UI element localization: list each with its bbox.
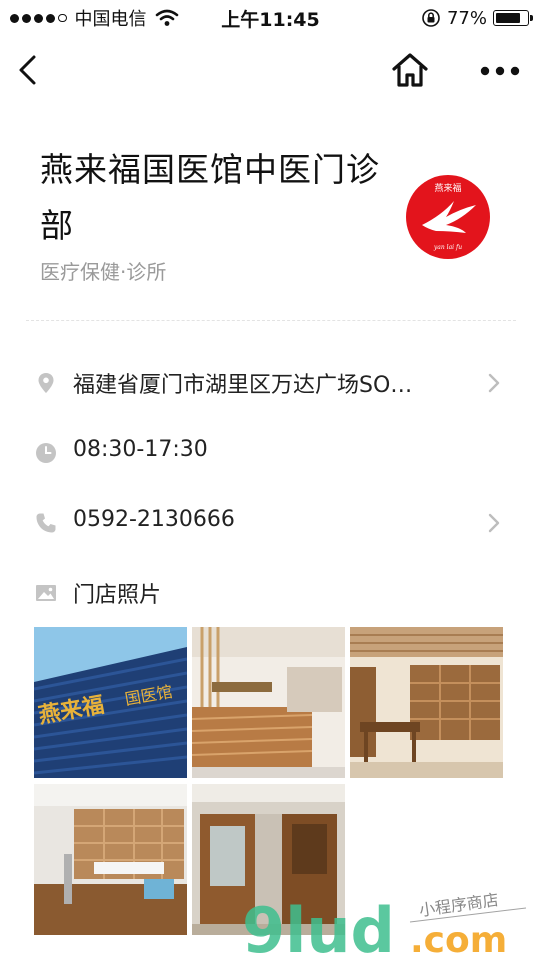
location-pin-icon <box>38 373 54 393</box>
phone-icon <box>36 513 56 533</box>
store-photo-room[interactable] <box>350 627 503 778</box>
phone-row[interactable]: 0592-2130666 <box>0 502 541 542</box>
clock-icon <box>36 443 56 463</box>
header-divider <box>26 320 516 321</box>
chevron-right-icon <box>488 373 500 393</box>
watermark-suffix: .com <box>410 920 507 960</box>
address-row[interactable]: 福建省厦门市湖里区万达广场SO… <box>0 362 541 402</box>
photos-header: 门店照片 <box>0 572 541 612</box>
nav-bar <box>0 36 541 106</box>
status-bar: 中国电信 上午11:45 77% <box>0 0 541 36</box>
swallow-logo-icon: 燕来福 yan lai fu <box>422 182 476 251</box>
shop-title: 燕来福国医馆中医门诊部 <box>40 150 380 245</box>
svg-text:燕来福: 燕来福 <box>434 182 461 194</box>
address-text: 福建省厦门市湖里区万达广场SO… <box>73 373 413 398</box>
battery-group: 77% <box>421 6 533 30</box>
store-photo-facade[interactable]: 燕来福 国医馆 <box>34 627 187 778</box>
treatment-photo-icon <box>34 784 187 935</box>
battery-percent: 77% <box>446 7 487 29</box>
svg-text:yan lai fu: yan lai fu <box>433 244 462 251</box>
phone-text: 0592-2130666 <box>73 507 235 532</box>
photos-label: 门店照片 <box>73 583 162 608</box>
image-icon <box>36 585 56 601</box>
shop-logo: 燕来福 yan lai fu <box>406 175 490 259</box>
chevron-right-icon <box>488 513 500 533</box>
building-photo-icon: 燕来福 国医馆 <box>34 627 187 778</box>
more-dots-icon[interactable] <box>478 56 522 86</box>
hours-row: 08:30-17:30 <box>0 432 541 472</box>
watermark-brand: 9lud <box>242 894 395 960</box>
watermark-logo: 9lud .com 小程序商店 <box>242 890 527 960</box>
reception-photo-icon <box>192 627 345 778</box>
shop-category: 医疗保健·诊所 <box>40 260 167 284</box>
store-photo-reception[interactable] <box>192 627 345 778</box>
room-photo-icon <box>350 627 503 778</box>
battery-icon <box>493 10 533 26</box>
store-photo-treatment[interactable] <box>34 784 187 935</box>
rotation-lock-icon <box>422 9 440 27</box>
hours-text: 08:30-17:30 <box>73 437 208 462</box>
watermark-tagline: 小程序商店 <box>418 890 500 920</box>
back-chevron-icon[interactable] <box>14 52 44 88</box>
home-icon[interactable] <box>390 50 430 90</box>
